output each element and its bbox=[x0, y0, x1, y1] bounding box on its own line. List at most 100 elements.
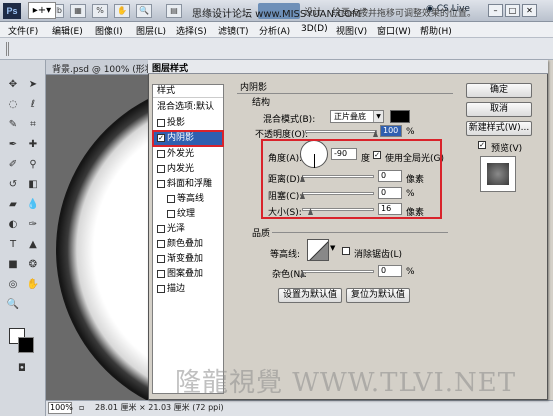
checkbox-icon[interactable] bbox=[157, 284, 165, 293]
3d-camera-icon[interactable]: ◎ bbox=[4, 276, 22, 293]
style-texture[interactable]: 纹理 bbox=[153, 207, 223, 222]
menu-help[interactable]: 帮助(H) bbox=[420, 24, 452, 37]
checkbox-icon[interactable] bbox=[157, 224, 165, 233]
checkbox-icon[interactable] bbox=[157, 164, 165, 173]
anti-alias-checkbox[interactable] bbox=[342, 246, 352, 256]
menu-analysis[interactable]: 分析(A) bbox=[259, 24, 290, 37]
noise-input[interactable]: 0 bbox=[378, 265, 402, 277]
ok-button[interactable]: 确定 bbox=[466, 83, 532, 98]
zoom-icon[interactable]: 🔍 bbox=[4, 296, 22, 313]
divider bbox=[272, 232, 448, 233]
status-nav-icon[interactable]: ▫ bbox=[79, 403, 84, 412]
close-icon[interactable]: ✕ bbox=[522, 4, 537, 17]
zoom-field[interactable]: 100% bbox=[48, 402, 73, 414]
minimize-icon[interactable]: – bbox=[488, 4, 503, 17]
shadow-color-swatch[interactable] bbox=[390, 110, 410, 123]
menu-view[interactable]: 视图(V) bbox=[336, 24, 367, 37]
style-stroke[interactable]: 描边 bbox=[153, 282, 223, 297]
clone-stamp-icon[interactable]: ⚲ bbox=[24, 156, 42, 173]
reset-default-button[interactable]: 复位为默认值 bbox=[346, 288, 410, 303]
menu-select[interactable]: 选择(S) bbox=[176, 24, 207, 37]
hand-tool-icon[interactable]: ✋ bbox=[114, 4, 130, 18]
noise-slider[interactable] bbox=[302, 270, 374, 273]
chevron-down-icon[interactable]: ▼ bbox=[330, 244, 335, 252]
path-select-icon[interactable]: ▲ bbox=[24, 236, 42, 253]
style-item-label: 描边 bbox=[167, 284, 186, 294]
menu-filter[interactable]: 滤镜(T) bbox=[218, 24, 249, 37]
checkbox-icon[interactable] bbox=[157, 239, 165, 248]
menu-edit[interactable]: 编辑(E) bbox=[52, 24, 83, 37]
checkbox-icon[interactable] bbox=[157, 149, 165, 158]
checkbox-icon[interactable] bbox=[342, 246, 350, 255]
move-tool-icon[interactable]: ✥ bbox=[4, 76, 22, 93]
pen-tool-icon[interactable]: ✑ bbox=[24, 216, 42, 233]
checkbox-icon[interactable] bbox=[157, 269, 165, 278]
eyedropper-icon[interactable]: ✒ bbox=[4, 136, 22, 153]
set-default-button[interactable]: 设置为默认值 bbox=[278, 288, 342, 303]
zoom-level-icon[interactable]: % bbox=[92, 4, 108, 18]
shape-tool-icon[interactable]: ■ bbox=[4, 256, 22, 273]
zoom-tool-icon[interactable]: 🔍 bbox=[136, 4, 152, 18]
marquee-tool-icon[interactable]: ◌ bbox=[4, 96, 22, 113]
contour-picker[interactable] bbox=[307, 239, 329, 261]
document-tab-title: 背景.psd @ 100% (形状 bbox=[52, 65, 154, 75]
workspace-design[interactable]: 设计 bbox=[304, 5, 322, 18]
tool-preset-picker[interactable]: ▸+▾ bbox=[28, 2, 56, 19]
photoshop-logo: Ps bbox=[3, 3, 21, 19]
style-list-header[interactable]: 样式 bbox=[153, 85, 223, 98]
opacity-slider[interactable] bbox=[305, 130, 377, 133]
guides-icon[interactable]: ▦ bbox=[70, 4, 86, 18]
type-tool-icon[interactable]: T bbox=[4, 236, 22, 253]
style-bevel-emboss[interactable]: 斜面和浮雕 bbox=[153, 177, 223, 192]
menu-image[interactable]: 图像(I) bbox=[95, 24, 123, 37]
blend-mode-value: 正片叠底 bbox=[334, 112, 366, 121]
background-color-swatch[interactable] bbox=[18, 337, 34, 353]
new-style-button[interactable]: 新建样式(W)... bbox=[466, 121, 532, 136]
menu-3d[interactable]: 3D(D) bbox=[301, 24, 328, 34]
style-outer-glow[interactable]: 外发光 bbox=[153, 147, 223, 162]
opacity-unit: % bbox=[406, 127, 415, 137]
style-satin[interactable]: 光泽 bbox=[153, 222, 223, 237]
history-brush-icon[interactable]: ↺ bbox=[4, 176, 22, 193]
cancel-button[interactable]: 取消 bbox=[466, 102, 532, 117]
style-pattern-overlay[interactable]: 图案叠加 bbox=[153, 267, 223, 282]
checkbox-icon[interactable] bbox=[167, 209, 175, 218]
lasso-tool-icon[interactable]: ℓ bbox=[24, 96, 42, 113]
style-contour[interactable]: 等高线 bbox=[153, 192, 223, 207]
style-drop-shadow[interactable]: 投影 bbox=[153, 116, 223, 131]
crop-tool-icon[interactable]: ⌗ bbox=[24, 116, 42, 133]
opacity-input[interactable]: 100 bbox=[380, 125, 402, 137]
move-tool-alt-icon[interactable]: ➤ bbox=[24, 76, 42, 93]
menu-window[interactable]: 窗口(W) bbox=[377, 24, 411, 37]
healing-brush-icon[interactable]: ✚ bbox=[24, 136, 42, 153]
menu-file[interactable]: 文件(F) bbox=[8, 24, 38, 37]
blend-mode-select[interactable]: 正片叠底 ▼ bbox=[330, 110, 384, 123]
style-inner-glow[interactable]: 内发光 bbox=[153, 162, 223, 177]
checkbox-checked-icon[interactable]: ✓ bbox=[478, 140, 486, 149]
blur-tool-icon[interactable]: 💧 bbox=[24, 196, 42, 213]
dodge-tool-icon[interactable]: ◐ bbox=[4, 216, 22, 233]
workspace-paint[interactable]: 绘画 bbox=[332, 5, 350, 18]
eraser-icon[interactable]: ◧ bbox=[24, 176, 42, 193]
hand-icon[interactable]: ✋ bbox=[24, 276, 42, 293]
checkbox-icon[interactable] bbox=[157, 179, 165, 188]
preview-checkbox[interactable]: ✓ bbox=[478, 140, 488, 150]
style-item-label: 颜色叠加 bbox=[167, 239, 204, 249]
3d-rotate-icon[interactable]: ❂ bbox=[24, 256, 42, 273]
quick-select-icon[interactable]: ✎ bbox=[4, 116, 22, 133]
style-blending-options[interactable]: 混合选项:默认 bbox=[153, 100, 223, 115]
style-gradient-overlay[interactable]: 渐变叠加 bbox=[153, 252, 223, 267]
style-color-overlay[interactable]: 颜色叠加 bbox=[153, 237, 223, 252]
checkbox-icon[interactable] bbox=[157, 254, 165, 263]
document-info: 28.01 厘米 × 21.03 厘米 (72 ppi) bbox=[95, 403, 224, 412]
maximize-icon[interactable]: □ bbox=[505, 4, 520, 17]
arrange-documents-icon[interactable]: ▤ bbox=[166, 4, 182, 18]
brush-tool-icon[interactable]: ✐ bbox=[4, 156, 22, 173]
dialog-titlebar[interactable] bbox=[148, 60, 548, 74]
gradient-tool-icon[interactable]: ▰ bbox=[4, 196, 22, 213]
quick-mask-icon[interactable]: ◘ bbox=[13, 360, 31, 377]
menu-layer[interactable]: 图层(L) bbox=[136, 24, 166, 37]
style-item-label: 等高线 bbox=[177, 194, 205, 204]
checkbox-icon[interactable] bbox=[157, 118, 165, 127]
checkbox-icon[interactable] bbox=[167, 194, 175, 203]
